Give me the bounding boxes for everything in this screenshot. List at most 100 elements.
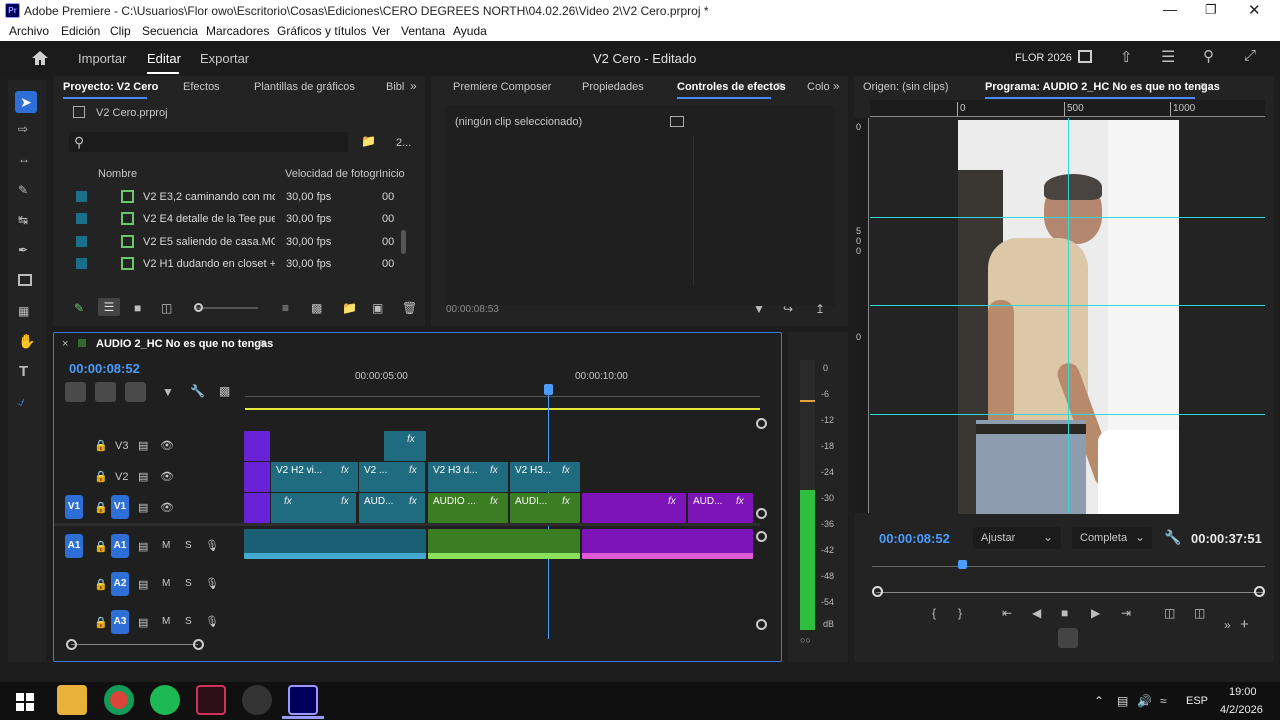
wrench-icon[interactable]: 🔧 (1164, 529, 1181, 546)
project-scrollbar[interactable] (401, 230, 406, 254)
clip-v1-purple-3[interactable]: AUD... fx (688, 493, 753, 523)
timeline-timecode[interactable]: 00:00:08:52 (69, 361, 140, 376)
snap-toggle[interactable] (65, 382, 86, 402)
audio-track-scroll-handle[interactable] (756, 619, 767, 630)
lock-icon[interactable]: 🔒 (94, 578, 108, 591)
label-color-swatch[interactable] (76, 213, 87, 224)
filter-icon[interactable]: ▼ (753, 302, 765, 316)
tab-color[interactable]: Colo (807, 81, 830, 93)
clip-v2-purple[interactable] (244, 462, 270, 492)
automate-icon[interactable]: ▩ (311, 301, 322, 315)
clip-v1-teal-2[interactable]: AUD... fx (359, 493, 425, 523)
lock-icon[interactable]: 🔒 (94, 501, 108, 514)
video-track-scroll-handle[interactable] (756, 508, 767, 519)
more-buttons-icon[interactable]: » (1224, 618, 1231, 632)
table-row[interactable]: V2 E4 detalle de la Tee puest 30,00 fps … (53, 208, 401, 230)
slip-icon[interactable]: ↹ (18, 213, 28, 227)
audio-clip-a1-2[interactable] (428, 529, 580, 559)
type-icon[interactable]: T (19, 363, 28, 380)
solo-meter-icon[interactable]: ○○ (800, 635, 811, 645)
magnet-toggle[interactable] (95, 382, 116, 402)
list-view-icon[interactable]: ☰ (98, 298, 120, 316)
audio-track-scroll-handle[interactable] (756, 531, 767, 542)
premiere-taskbar-icon[interactable] (288, 685, 318, 715)
zoom-handle-left[interactable] (66, 639, 77, 650)
play-audio-icon[interactable]: ↪ (783, 302, 793, 316)
mic-icon[interactable]: 🎙 (205, 615, 219, 628)
track-select-icon[interactable]: ⇨ (18, 122, 28, 136)
sync-icon[interactable]: ▤ (138, 616, 148, 629)
minimize-icon[interactable]: — (1163, 1, 1177, 17)
tab-editar[interactable]: Editar (147, 51, 181, 66)
search-field[interactable] (69, 132, 348, 152)
clip-v1-green-2[interactable]: AUDI... fx (510, 493, 580, 523)
zoom-slider[interactable] (196, 307, 258, 309)
zoom-handle-right[interactable] (193, 639, 204, 650)
lift-icon[interactable]: ◫ (1164, 606, 1175, 620)
monitor-time-ruler[interactable] (872, 566, 1265, 567)
app-icon[interactable] (196, 685, 226, 715)
eye-icon[interactable]: 👁 (160, 470, 174, 483)
trash-icon[interactable]: 🗑 (402, 301, 417, 315)
new-bin-icon[interactable]: 📁 (361, 134, 376, 148)
menu-ventana[interactable]: Ventana (401, 24, 445, 38)
razor-icon[interactable]: ✎ (18, 183, 28, 197)
lock-icon[interactable]: 🔒 (94, 470, 108, 483)
caption-tool-icon[interactable]: ⍻ (17, 393, 25, 410)
sync-icon[interactable]: ▤ (138, 578, 148, 591)
zoom-slider-handle[interactable] (194, 303, 203, 312)
lock-icon[interactable]: 🔒 (94, 616, 108, 629)
export-frame-button[interactable] (1058, 628, 1078, 648)
close-icon[interactable]: ✕ (1248, 1, 1261, 19)
freeform-view-icon[interactable]: ◫ (161, 301, 172, 315)
eye-icon[interactable]: 👁 (160, 501, 174, 514)
clip-v3-teal[interactable]: fx (384, 431, 426, 461)
stop-icon[interactable]: ■ (1061, 606, 1068, 620)
sync-icon[interactable]: ▤ (138, 540, 148, 553)
obs-icon[interactable] (242, 685, 272, 715)
zoom-handle-right[interactable] (1254, 586, 1265, 597)
col-header-inicio[interactable]: Inicio (379, 168, 405, 180)
search-icon[interactable]: ⚲ (1203, 47, 1214, 65)
lock-icon[interactable]: 🔒 (94, 540, 108, 553)
zoom-handle-left[interactable] (872, 586, 883, 597)
playhead-timecode[interactable]: 00:00:08:52 (879, 531, 950, 546)
tab-proyecto[interactable]: Proyecto: V2 Cero (63, 81, 158, 93)
clip-v2-b[interactable]: V2 ... fx (359, 462, 425, 492)
language-indicator[interactable]: ESP (1186, 695, 1208, 707)
clip-v3-purple[interactable] (244, 431, 270, 461)
add-button-icon[interactable]: + (1240, 616, 1249, 633)
linked-toggle[interactable] (125, 382, 146, 402)
sequence-tab[interactable]: AUDIO 2_HC No es que no tengas (96, 338, 273, 350)
zoom-bar[interactable] (876, 592, 1264, 593)
solo-button[interactable]: S (185, 616, 192, 627)
source-patch-a1[interactable]: A1 (65, 534, 83, 558)
clock-date[interactable]: 4/2/2026 (1220, 704, 1263, 716)
source-patch-v1[interactable]: V1 (65, 495, 83, 519)
track-target-a2[interactable]: A2 (111, 572, 129, 596)
time-ruler[interactable] (245, 385, 760, 397)
clip-v2-c[interactable]: V2 H3 d... fx (428, 462, 508, 492)
menu-marcadores[interactable]: Marcadores (206, 24, 269, 38)
find-icon[interactable]: 📁 (342, 301, 357, 315)
clip-v1-green-1[interactable]: AUDIO ... fx (428, 493, 508, 523)
sort-icon[interactable]: ≡ (282, 301, 289, 315)
clip-v1-purple[interactable] (244, 493, 270, 523)
track-target-a1[interactable]: A1 (111, 534, 129, 558)
sync-icon[interactable]: ▤ (138, 501, 148, 514)
mute-button[interactable]: M (162, 616, 170, 627)
volume-icon[interactable]: 🔊 (1137, 694, 1152, 708)
close-sequence-icon[interactable]: × (62, 338, 68, 350)
panel-menu-icon[interactable]: ≡ (776, 79, 783, 93)
menu-ayuda[interactable]: Ayuda (453, 24, 487, 38)
clip-v2-a[interactable]: V2 H2 vi... fx (271, 462, 358, 492)
clip-v1-purple-2[interactable]: fx (582, 493, 686, 523)
workspaces-icon[interactable]: ☰ (1161, 47, 1175, 67)
menu-secuencia[interactable]: Secuencia (142, 24, 198, 38)
eye-icon[interactable]: 👁 (160, 439, 174, 452)
panel-icon[interactable] (1078, 50, 1092, 63)
sync-icon[interactable]: ▤ (138, 470, 148, 483)
timeline-view-icon[interactable] (670, 116, 684, 127)
file-explorer-icon[interactable] (57, 685, 87, 715)
export-icon[interactable]: ↥ (815, 302, 825, 316)
